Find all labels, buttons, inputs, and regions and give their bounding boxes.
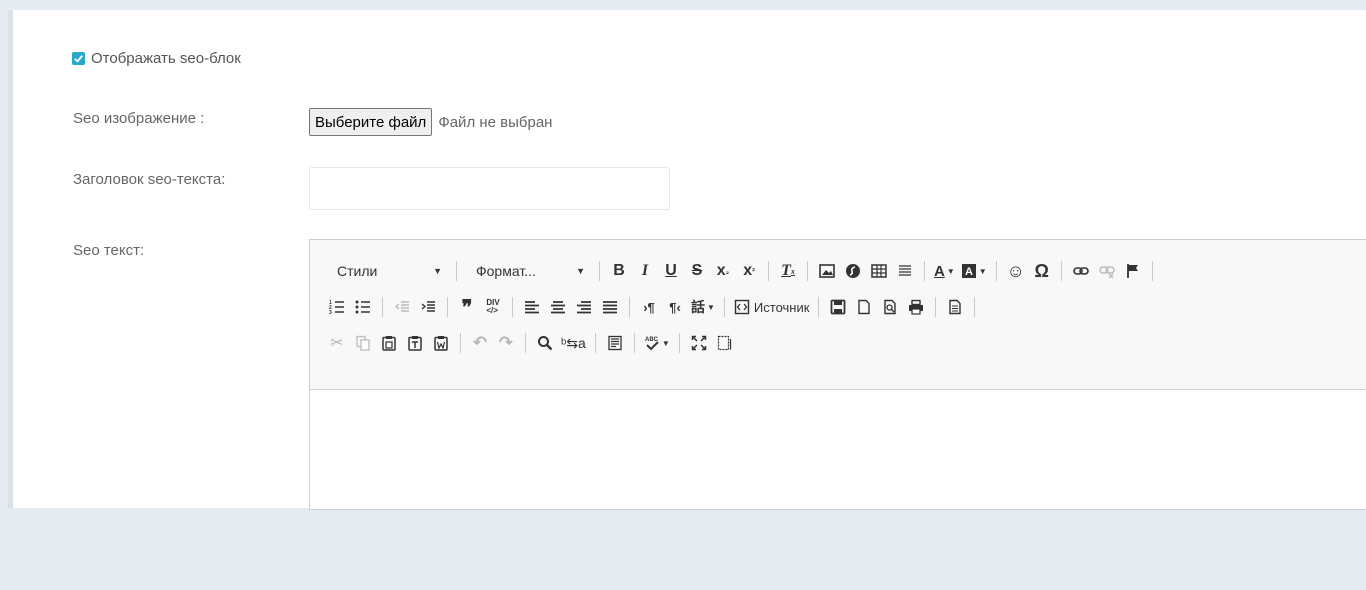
format-dropdown-label: Формат... — [476, 263, 536, 279]
templates-icon[interactable] — [942, 294, 968, 320]
check-icon — [74, 55, 83, 63]
svg-text:3: 3 — [329, 310, 332, 315]
file-status: Файл не выбран — [438, 113, 553, 131]
redo-icon[interactable]: ↷ — [493, 330, 519, 356]
special-char-icon[interactable]: Ω — [1029, 258, 1055, 284]
toolbar-separator — [807, 261, 808, 281]
toolbar-separator — [633, 333, 635, 353]
toolbar-separator — [525, 333, 526, 353]
toolbar-separator — [723, 297, 725, 317]
toolbar-separator — [768, 261, 769, 281]
paste-word-icon[interactable] — [428, 330, 454, 356]
numbered-list-icon[interactable]: 123 — [324, 294, 350, 320]
source-button-label: Источник — [753, 299, 810, 315]
align-center-icon[interactable] — [545, 294, 571, 320]
toolbar-row-2: 123 ❞ DIV </> ›¶ ¶‹ 話 ▼ Источник — [310, 289, 1366, 325]
seo-block-checkbox-label[interactable]: Отображать seo-блок — [91, 50, 241, 67]
toolbar-separator — [456, 261, 457, 281]
blockquote-icon[interactable]: ❞ — [454, 294, 480, 320]
toolbar-separator — [460, 333, 461, 353]
preview-icon[interactable] — [877, 294, 903, 320]
spellcheck-icon[interactable]: ABC ▼ — [641, 330, 673, 356]
bold-icon[interactable]: B — [606, 258, 632, 284]
chevron-down-icon: ▼ — [576, 266, 585, 276]
toolbar-separator — [594, 333, 596, 353]
superscript-icon[interactable]: x² — [736, 258, 762, 284]
unlink-icon[interactable] — [1094, 258, 1120, 284]
toolbar-separator — [935, 297, 937, 317]
choose-file-button[interactable]: Выберите файл — [309, 108, 433, 136]
toolbar-separator — [678, 333, 680, 353]
subscript-icon[interactable]: x₂ — [710, 258, 736, 284]
seo-text-label: Seo текст: — [73, 242, 145, 259]
seo-image-label: Seo изображение : — [73, 110, 205, 127]
toolbar-separator — [818, 297, 820, 317]
show-blocks-icon[interactable] — [712, 330, 738, 356]
ltr-icon[interactable]: ›¶ — [636, 294, 662, 320]
editor-content-area[interactable] — [310, 390, 1366, 590]
link-icon[interactable] — [1068, 258, 1094, 284]
maximize-icon[interactable] — [686, 330, 712, 356]
outdent-icon[interactable] — [389, 294, 415, 320]
align-left-icon[interactable] — [519, 294, 545, 320]
underline-icon[interactable]: U — [658, 258, 684, 284]
toolbar-separator — [1151, 261, 1153, 281]
flash-icon[interactable] — [840, 258, 866, 284]
seo-block-checkbox[interactable] — [72, 52, 85, 65]
cut-icon[interactable]: ✂ — [324, 330, 350, 356]
undo-icon[interactable]: ↶ — [467, 330, 493, 356]
toolbar-separator — [924, 261, 925, 281]
toolbar-separator — [629, 297, 630, 317]
italic-icon[interactable]: I — [632, 258, 658, 284]
bg-color-icon[interactable]: A ▼ — [958, 258, 990, 284]
toolbar-row-3: ✂ ↶ ↷ ᵇ⇆a ABC ▼ — [310, 325, 1366, 361]
seo-title-input[interactable] — [309, 167, 670, 210]
language-icon[interactable]: 話 ▼ — [688, 294, 718, 320]
anchor-icon[interactable] — [1120, 258, 1146, 284]
save-icon[interactable] — [825, 294, 851, 320]
remove-format-icon[interactable]: Tx — [775, 258, 801, 284]
replace-icon[interactable]: ᵇ⇆a — [558, 330, 589, 356]
seo-image-file-input[interactable]: Выберите файл Файл не выбран — [309, 108, 552, 136]
strike-icon[interactable]: S — [684, 258, 710, 284]
toolbar-separator — [995, 261, 997, 281]
div-icon[interactable]: DIV </> — [480, 294, 506, 320]
justify-icon[interactable] — [597, 294, 623, 320]
rich-text-editor: Стили ▼ Формат... ▼ B I U S x₂ x² Tx A ▼… — [309, 239, 1366, 510]
form-panel: Отображать seo-блок Seo изображение : Вы… — [8, 10, 1366, 510]
find-icon[interactable] — [532, 330, 558, 356]
seo-title-label: Заголовок seo-текста: — [73, 171, 226, 188]
image-icon[interactable] — [814, 258, 840, 284]
styles-dropdown-label: Стили — [337, 263, 378, 279]
align-right-icon[interactable] — [571, 294, 597, 320]
print-icon[interactable] — [903, 294, 929, 320]
indent-icon[interactable] — [415, 294, 441, 320]
new-page-icon[interactable] — [851, 294, 877, 320]
table-icon[interactable] — [866, 258, 892, 284]
toolbar-separator — [512, 297, 513, 317]
select-all-icon[interactable] — [602, 330, 628, 356]
svg-text:A: A — [965, 266, 973, 278]
source-icon — [734, 299, 750, 315]
toolbar-separator — [382, 297, 383, 317]
paste-icon[interactable] — [376, 330, 402, 356]
styles-dropdown[interactable]: Стили ▼ — [324, 258, 450, 284]
horizontal-line-icon[interactable] — [892, 258, 918, 284]
toolbar-separator — [1060, 261, 1062, 281]
toolbar-separator — [599, 261, 600, 281]
source-button[interactable]: Источник — [731, 294, 813, 320]
paste-text-icon[interactable] — [402, 330, 428, 356]
text-color-icon[interactable]: A ▼ — [931, 258, 958, 284]
chevron-down-icon: ▼ — [433, 266, 442, 276]
toolbar-separator — [974, 297, 976, 317]
format-dropdown[interactable]: Формат... ▼ — [463, 258, 593, 284]
editor-toolbar: Стили ▼ Формат... ▼ B I U S x₂ x² Tx A ▼… — [310, 240, 1366, 390]
rtl-icon[interactable]: ¶‹ — [662, 294, 688, 320]
seo-block-toggle[interactable]: Отображать seo-блок — [72, 50, 241, 67]
toolbar-separator — [447, 297, 448, 317]
toolbar-row-1: Стили ▼ Формат... ▼ B I U S x₂ x² Tx A ▼… — [310, 253, 1366, 289]
copy-icon[interactable] — [350, 330, 376, 356]
bulleted-list-icon[interactable] — [350, 294, 376, 320]
smiley-icon[interactable]: ☺ — [1003, 258, 1029, 284]
